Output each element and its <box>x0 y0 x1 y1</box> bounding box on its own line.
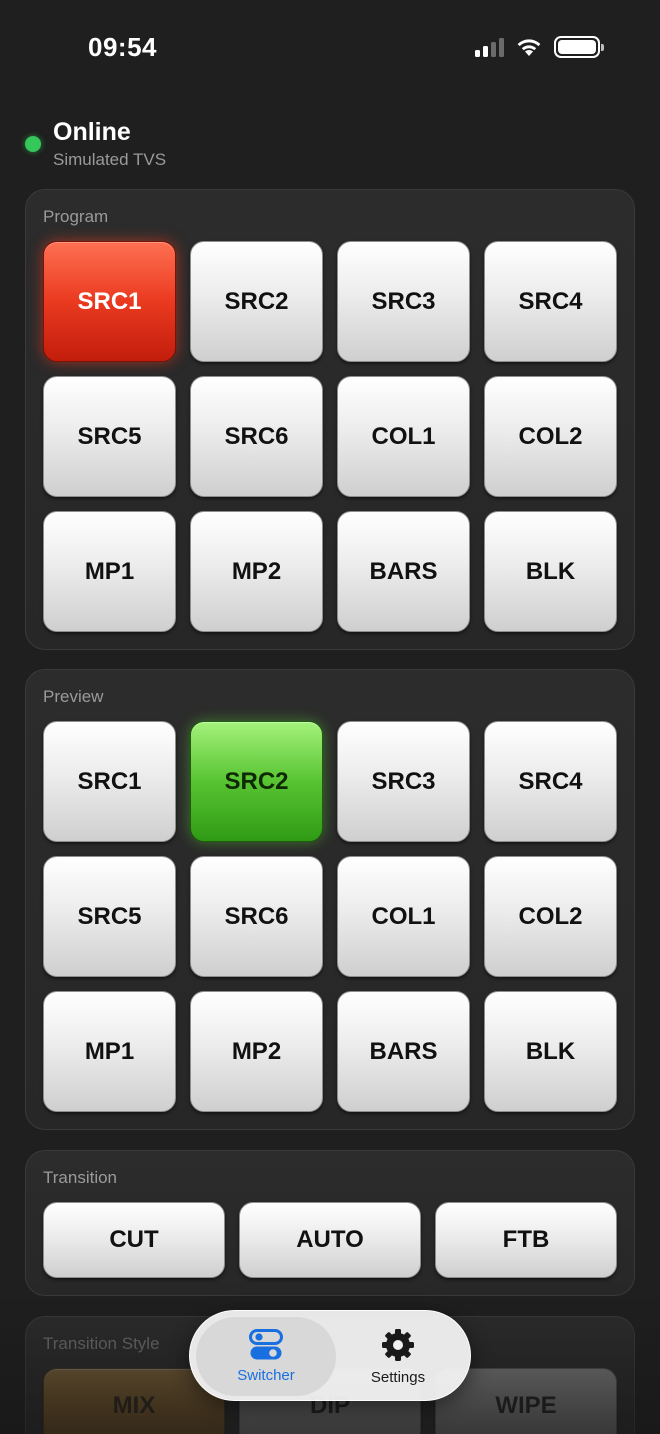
preview-key[interactable]: BARS <box>337 991 470 1112</box>
program-title: Program <box>43 207 109 226</box>
preview-key[interactable]: SRC3 <box>337 721 470 842</box>
connection-state: Online <box>53 118 131 146</box>
preview-title: Preview <box>43 687 104 706</box>
transition-style-title: Transition Style <box>43 1334 160 1353</box>
program-key[interactable]: SRC3 <box>337 241 470 362</box>
gear-icon <box>382 1329 414 1361</box>
program-key[interactable]: SRC4 <box>484 241 617 362</box>
preview-key[interactable]: MP2 <box>190 991 323 1112</box>
preview-panel: Preview SRC1 SRC2 SRC3 SRC4 SRC5 SRC6 CO… <box>25 669 635 1130</box>
status-time: 09:54 <box>88 32 157 62</box>
cellular-signal-icon <box>475 37 504 57</box>
transition-buttons: CUT AUTO FTB <box>43 1202 617 1278</box>
tab-settings[interactable]: Settings <box>330 1317 466 1396</box>
preview-key[interactable]: SRC6 <box>190 856 323 977</box>
preview-key[interactable]: SRC1 <box>43 721 176 842</box>
online-indicator-dot <box>25 136 41 152</box>
program-key-grid: SRC1 SRC2 SRC3 SRC4 SRC5 SRC6 COL1 COL2 … <box>43 241 617 632</box>
preview-key[interactable]: COL2 <box>484 856 617 977</box>
ftb-button[interactable]: FTB <box>435 1202 617 1278</box>
wifi-icon <box>517 39 541 56</box>
tab-bar: Switcher Settings <box>189 1310 471 1401</box>
battery-icon <box>554 36 604 58</box>
preview-key[interactable]: COL1 <box>337 856 470 977</box>
tab-label: Switcher <box>237 1367 295 1384</box>
program-key[interactable]: COL1 <box>337 376 470 497</box>
program-key[interactable]: SRC2 <box>190 241 323 362</box>
program-key[interactable]: COL2 <box>484 376 617 497</box>
auto-button[interactable]: AUTO <box>239 1202 421 1278</box>
preview-key[interactable]: MP1 <box>43 991 176 1112</box>
toggle-switches-icon <box>249 1329 283 1360</box>
program-key[interactable]: SRC1 <box>43 241 176 362</box>
tab-switcher[interactable]: Switcher <box>196 1317 336 1396</box>
status-icons <box>475 36 604 58</box>
preview-key[interactable]: BLK <box>484 991 617 1112</box>
preview-key[interactable]: SRC5 <box>43 856 176 977</box>
cut-button[interactable]: CUT <box>43 1202 225 1278</box>
program-key[interactable]: BLK <box>484 511 617 632</box>
connection-subtitle: Simulated TVS <box>53 150 167 169</box>
program-key[interactable]: BARS <box>337 511 470 632</box>
tab-label: Settings <box>370 1369 426 1386</box>
connection-status: Online Simulated TVS <box>24 118 166 170</box>
program-key[interactable]: MP1 <box>43 511 176 632</box>
preview-key-grid: SRC1 SRC2 SRC3 SRC4 SRC5 SRC6 COL1 COL2 … <box>43 721 617 1112</box>
program-key[interactable]: SRC5 <box>43 376 176 497</box>
transition-title: Transition <box>43 1168 118 1187</box>
program-key[interactable]: SRC6 <box>190 376 323 497</box>
preview-key[interactable]: SRC2 <box>190 721 323 842</box>
preview-key[interactable]: SRC4 <box>484 721 617 842</box>
app-screen: 09:54 Online Simulated TVS Program SRC1 … <box>0 0 660 1434</box>
transition-panel: Transition CUT AUTO FTB <box>25 1150 635 1296</box>
program-key[interactable]: MP2 <box>190 511 323 632</box>
program-panel: Program SRC1 SRC2 SRC3 SRC4 SRC5 SRC6 CO… <box>25 189 635 650</box>
